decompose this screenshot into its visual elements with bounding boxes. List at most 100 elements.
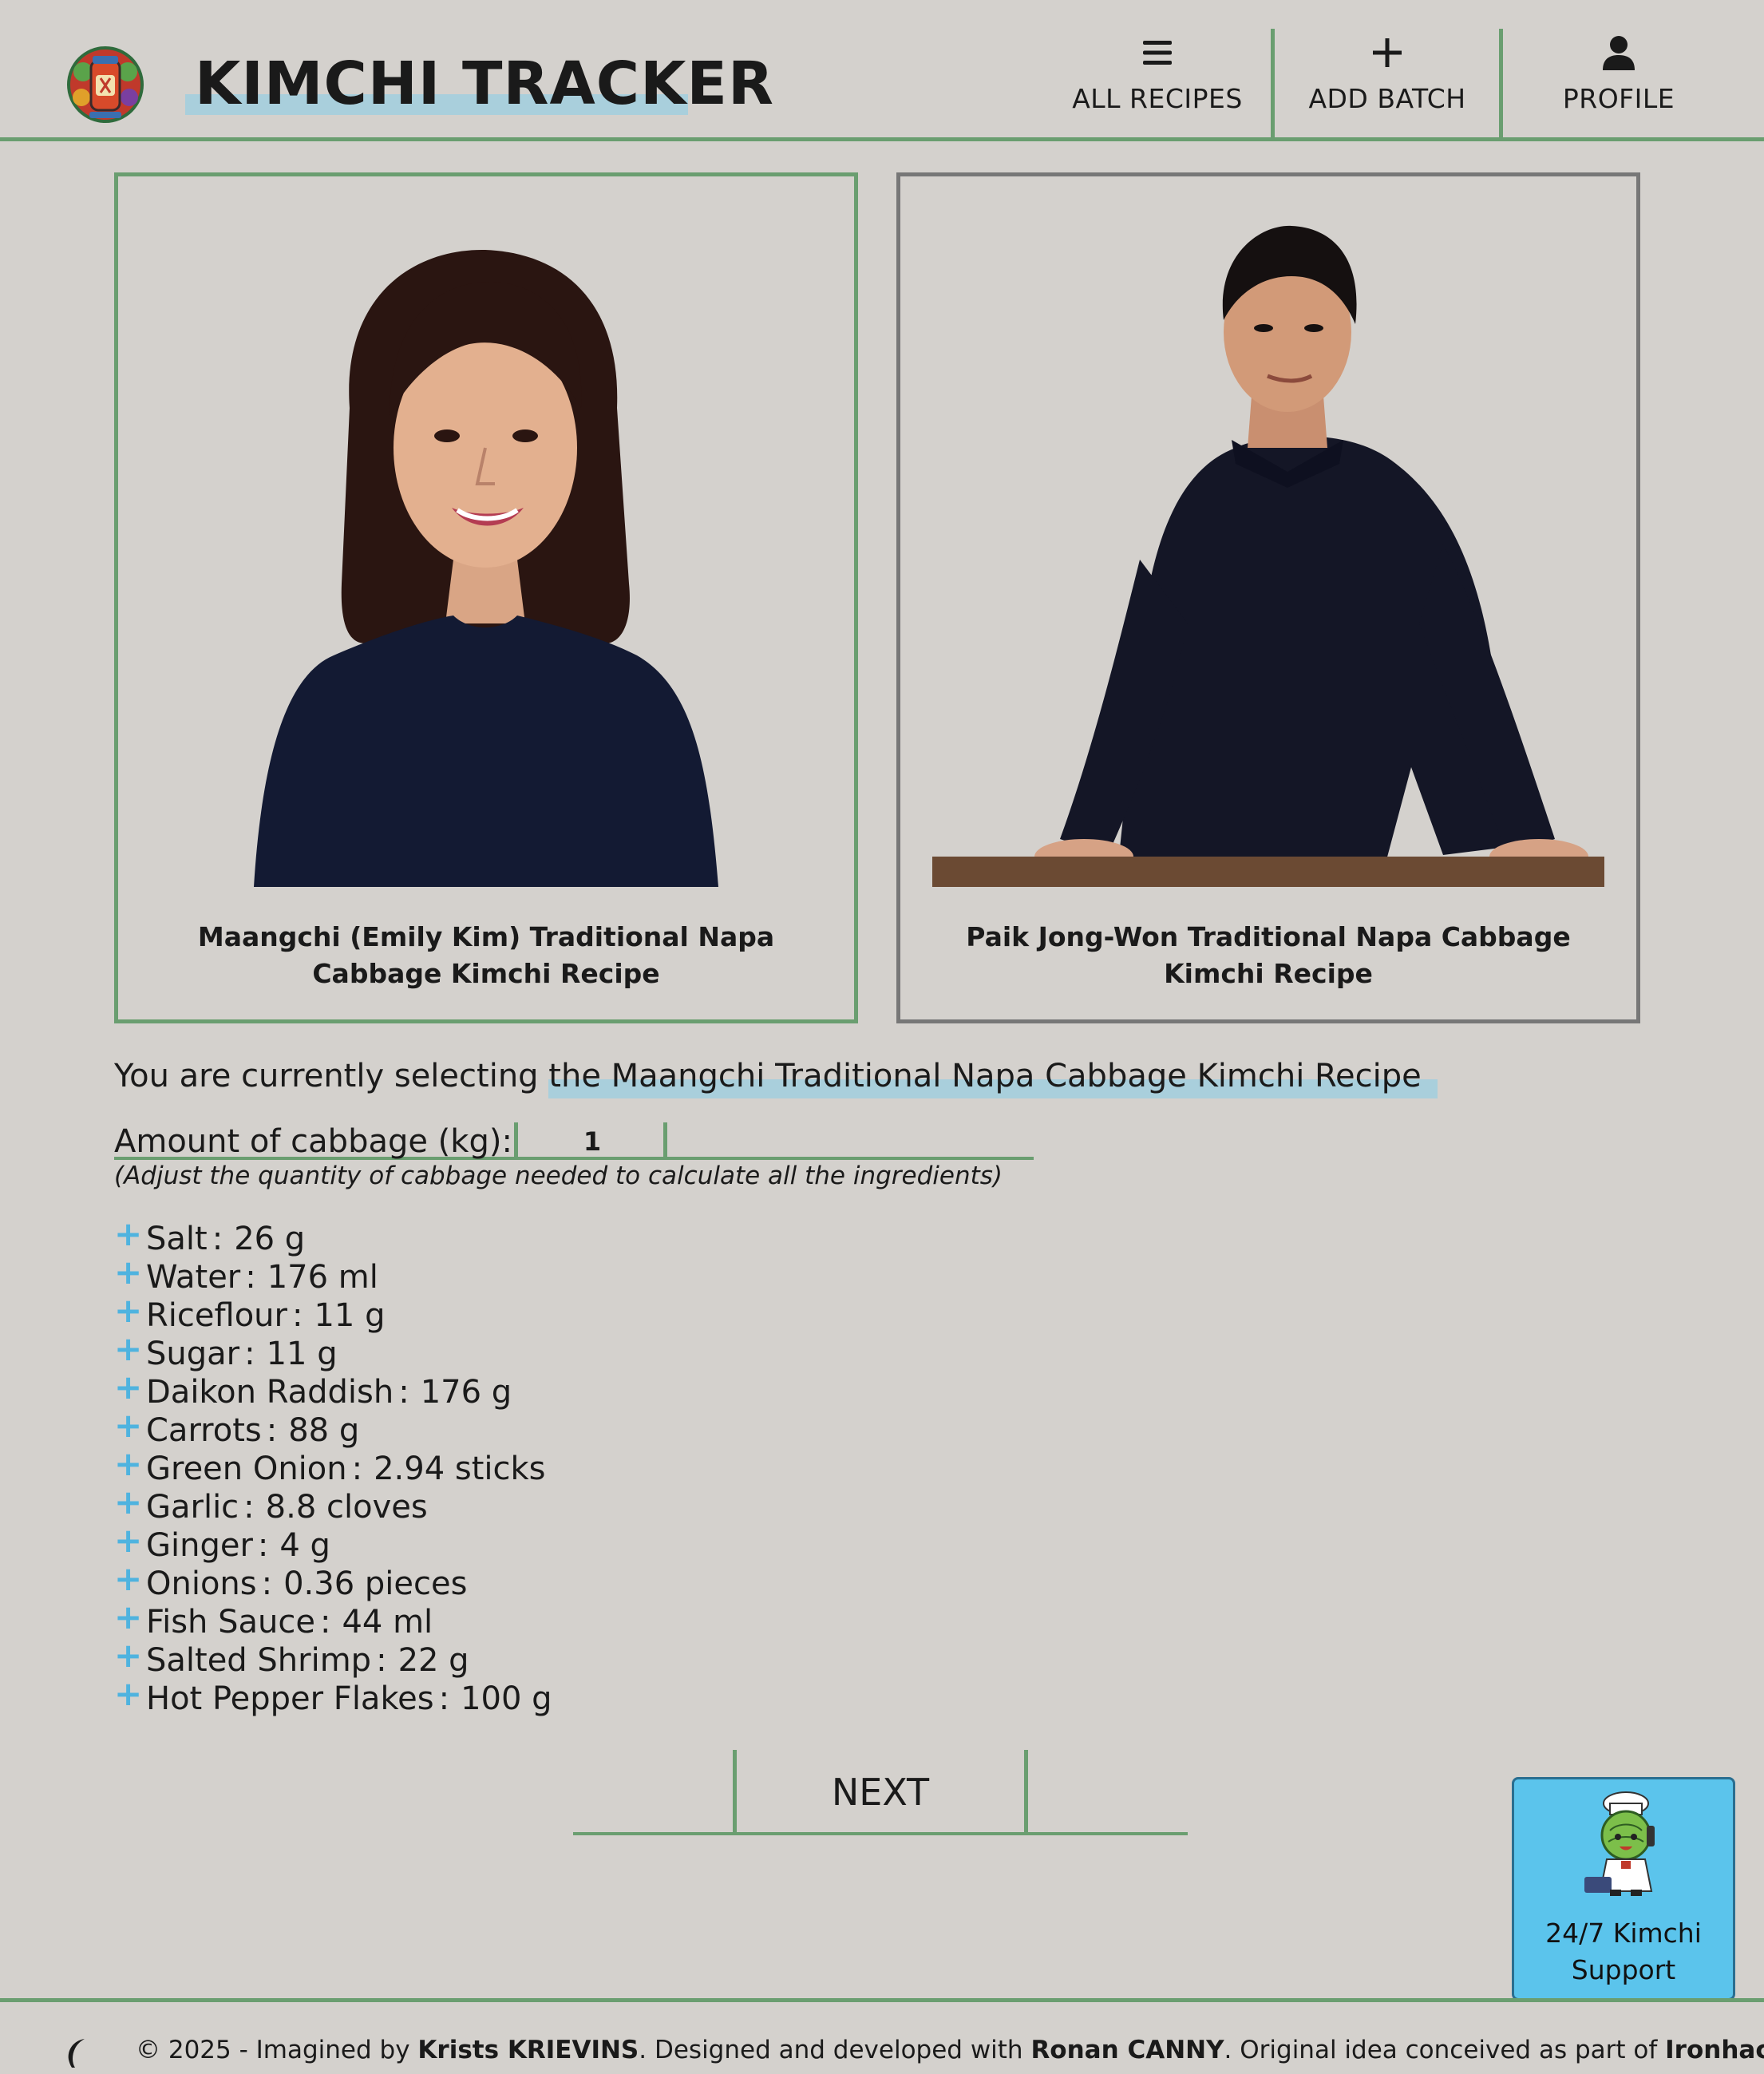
ingredient-name: Garlic	[146, 1489, 239, 1526]
plus-icon: +	[114, 1367, 143, 1407]
ingredient-name: Salt	[146, 1221, 208, 1257]
nav-add-batch[interactable]: ADD BATCH	[1277, 29, 1497, 137]
next-button[interactable]: NEXT	[733, 1750, 1028, 1834]
ingredient-name: Daikon Raddish	[146, 1374, 394, 1411]
cabbage-amount-field[interactable]	[514, 1122, 667, 1161]
ingredient-item: + Water:176 ml	[114, 1253, 552, 1296]
ingredient-quantity: 88 g	[288, 1412, 360, 1449]
ingredient-name: Sugar	[146, 1336, 240, 1372]
cabbage-chef-mascot-icon	[1584, 1791, 1655, 1896]
ingredient-separator: :	[376, 1642, 387, 1679]
ingredient-quantity: 176 ml	[267, 1259, 378, 1296]
ingredient-quantity: 4 g	[279, 1527, 330, 1564]
school-name: Ironhack's	[1665, 2036, 1764, 2064]
plus-icon: +	[114, 1636, 143, 1675]
nav-divider	[1271, 29, 1275, 137]
plus-icon: +	[114, 1559, 143, 1598]
ingredient-item: + Ginger:4 g	[114, 1521, 552, 1565]
ingredient-separator: :	[257, 1527, 269, 1564]
ingredient-separator: :	[212, 1221, 223, 1257]
cabbage-amount-input[interactable]	[518, 1122, 666, 1161]
paik-photo	[932, 225, 1604, 887]
footer-credits: © 2025 - Imagined by Krists KRIEVINS. De…	[136, 2026, 1764, 2074]
ingredient-item: + Sugar:11 g	[114, 1329, 552, 1373]
plus-icon: +	[114, 1214, 143, 1253]
ingredient-name: Water	[146, 1259, 241, 1296]
footer-text: . Original idea conceived as part of	[1224, 2036, 1666, 2064]
plus-icon: +	[114, 1291, 143, 1330]
ingredient-quantity: 2.94 sticks	[374, 1451, 546, 1487]
ingredient-name: Ginger	[146, 1527, 253, 1564]
footer-text: . Designed and developed with	[639, 2036, 1031, 2064]
ingredient-list: + Salt:26 g + Water:176 ml + Riceflour:11 g + S…	[114, 1214, 552, 1718]
ingredient-name: Fish Sauce	[146, 1604, 315, 1641]
ingredient-item: + Salted Shrimp:22 g	[114, 1636, 552, 1680]
ingredient-item: + Fish Sauce:44 ml	[114, 1597, 552, 1641]
footer-divider	[0, 1998, 1764, 2002]
footer-text: © 2025 - Imagined by	[136, 2036, 418, 2064]
user-icon	[1603, 29, 1635, 77]
plus-icon: +	[114, 1406, 143, 1445]
plus-icon	[1373, 29, 1402, 77]
developer-name: Ronan CANNY	[1030, 2036, 1224, 2064]
recipe-card-paik[interactable]: Paik Jong-Won Traditional Napa Cabbage K…	[896, 172, 1640, 1023]
ingredient-separator: :	[398, 1374, 409, 1411]
ingredient-name: Green Onion	[146, 1451, 347, 1487]
ingredient-separator: :	[319, 1604, 331, 1641]
ingredient-separator: :	[438, 1680, 450, 1717]
ingredient-separator: :	[245, 1259, 256, 1296]
moon-icon[interactable]	[62, 2036, 94, 2068]
ingredient-name: Hot Pepper Flakes	[146, 1680, 434, 1717]
ingredient-separator: :	[351, 1451, 363, 1487]
plus-icon: +	[114, 1674, 143, 1713]
nav-label: ADD BATCH	[1308, 83, 1466, 114]
ingredient-quantity: 8.8 cloves	[265, 1489, 428, 1526]
selection-prefix: You are currently selecting	[114, 1058, 539, 1094]
nav-label: PROFILE	[1562, 83, 1675, 114]
ingredient-item: + Riceflour:11 g	[114, 1291, 552, 1335]
ingredient-item: + Onions:0.36 pieces	[114, 1559, 552, 1603]
plus-icon: +	[114, 1521, 143, 1560]
ingredient-quantity: 11 g	[314, 1297, 386, 1334]
kimchi-jar-logo[interactable]	[65, 45, 145, 125]
ingredient-item: + Garlic:8.8 cloves	[114, 1482, 552, 1526]
maangchi-photo	[254, 249, 718, 887]
ingredient-item: + Green Onion:2.94 sticks	[114, 1444, 552, 1488]
ingredient-name: Onions	[146, 1565, 257, 1602]
site-header: KIMCHI TRACKER ALL RECIPES ADD BATCH PRO…	[0, 0, 1764, 141]
plus-icon: +	[114, 1329, 143, 1368]
author-name: Krists KRIEVINS	[417, 2036, 639, 2064]
ingredient-quantity: 11 g	[266, 1336, 338, 1372]
nav-all-recipes[interactable]: ALL RECIPES	[1062, 29, 1253, 137]
ingredient-separator: :	[266, 1412, 278, 1449]
ingredient-name: Carrots	[146, 1412, 262, 1449]
kimchi-support-button[interactable]: 24/7 Kimchi Support	[1512, 1777, 1735, 2001]
recipe-caption: Maangchi (Emily Kim) Traditional Napa Ca…	[197, 921, 775, 989]
support-label-line2: Support	[1571, 1954, 1676, 1985]
recipe-card-maangchi[interactable]: Maangchi (Emily Kim) Traditional Napa Ca…	[114, 172, 858, 1023]
plus-icon: +	[114, 1597, 143, 1637]
support-label: 24/7 Kimchi Support	[1514, 1915, 1733, 1989]
menu-icon	[1142, 29, 1173, 77]
plus-icon: +	[114, 1253, 143, 1292]
nav-divider	[1499, 29, 1503, 137]
plus-icon: +	[114, 1482, 143, 1522]
ingredient-item: + Daikon Raddish:176 g	[114, 1367, 552, 1411]
brand[interactable]: KIMCHI TRACKER	[185, 48, 774, 120]
nav-profile[interactable]: PROFILE	[1505, 29, 1733, 137]
ingredient-name: Salted Shrimp	[146, 1642, 372, 1679]
ingredient-quantity: 176 g	[420, 1374, 512, 1411]
ingredient-item: + Salt:26 g	[114, 1214, 552, 1258]
plus-icon: +	[114, 1444, 143, 1483]
selection-text: You are currently selecting the Maangchi…	[114, 1051, 1438, 1102]
ingredient-separator: :	[243, 1489, 255, 1526]
ingredient-item: + Carrots:88 g	[114, 1406, 552, 1450]
amount-label: Amount of cabbage (kg):	[114, 1123, 512, 1160]
ingredient-separator: :	[291, 1297, 303, 1334]
amount-hint: (Adjust the quantity of cabbage needed t…	[114, 1162, 1003, 1190]
ingredient-quantity: 100 g	[461, 1680, 552, 1717]
ingredient-quantity: 22 g	[397, 1642, 469, 1679]
ingredient-separator: :	[261, 1565, 273, 1602]
brand-title: KIMCHI TRACKER	[195, 49, 774, 118]
nav-label: ALL RECIPES	[1072, 83, 1243, 114]
